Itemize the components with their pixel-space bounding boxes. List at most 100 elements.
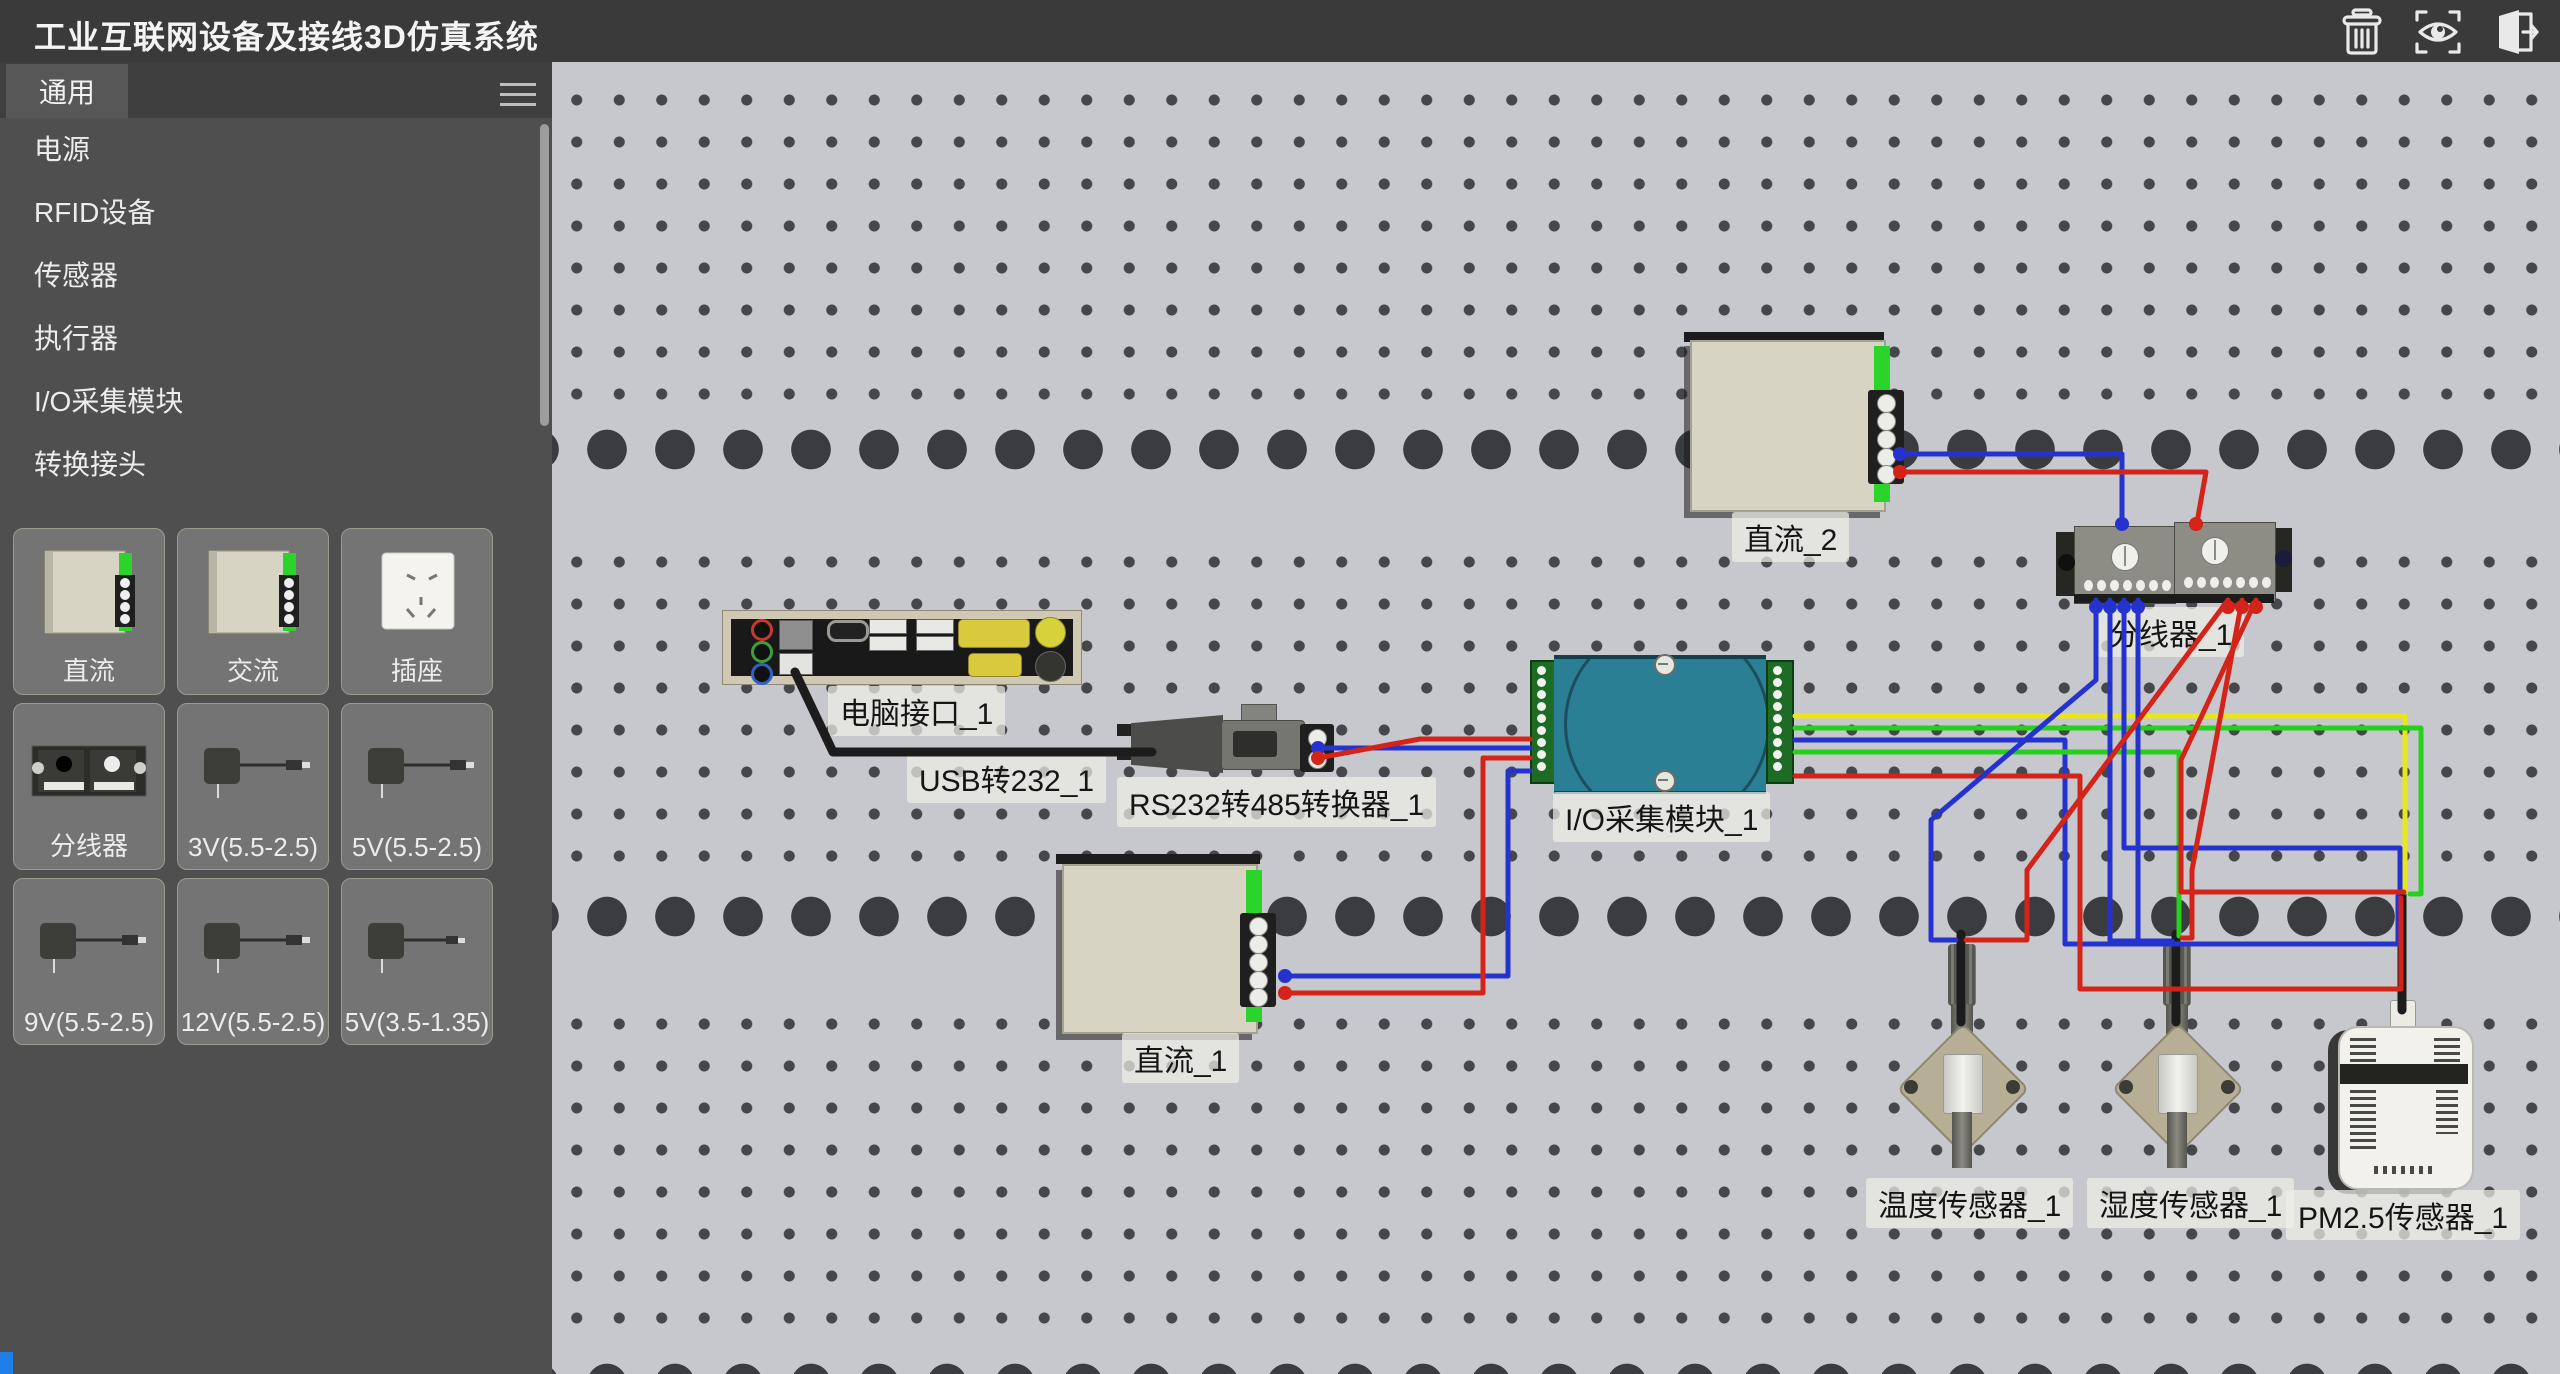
exit-door-icon [2489, 8, 2539, 56]
device-io-module[interactable] [1530, 652, 1792, 790]
tab-general[interactable]: 通用 [6, 64, 128, 118]
palette-tile-5v-small[interactable]: 5V(3.5-1.35) [341, 878, 493, 1045]
device-splitter[interactable] [2056, 520, 2292, 604]
eye-view-icon [2413, 8, 2463, 56]
probe-collar [2158, 1054, 2198, 1114]
device-rs232-485-converter[interactable] [1117, 698, 1337, 778]
power-adapter-icon [24, 893, 154, 998]
view-button[interactable] [2410, 6, 2466, 58]
pin [1537, 690, 1546, 699]
label-io-module: I/O采集模块_1 [1553, 792, 1770, 842]
pin [2236, 577, 2245, 588]
round-port-dark [1035, 651, 1066, 682]
label-pm25-sensor: PM2.5传感器_1 [2286, 1190, 2520, 1240]
probe-collar [1943, 1054, 1983, 1114]
screw-terminal [1249, 935, 1268, 954]
tile-label: 5V(5.5-2.5) [342, 832, 492, 863]
splitter-icon [24, 718, 154, 823]
wire-blue-dc2[interactable] [1900, 454, 2122, 528]
app-window: 工业互联网设备及接线3D仿真系统 [0, 0, 2560, 1374]
power-adapter-icon [188, 893, 318, 998]
wire-blue-io[interactable] [1795, 740, 2398, 944]
cap-hole [2275, 550, 2292, 567]
pin [2097, 580, 2106, 591]
pin [1773, 690, 1782, 699]
palette-tile-ac[interactable]: 交流 [177, 528, 329, 695]
tile-label: 直流 [14, 651, 164, 688]
probe-tip [1952, 1112, 1972, 1168]
pin [1537, 714, 1546, 723]
pm25-band [2340, 1064, 2468, 1084]
db9-slot [1233, 731, 1277, 757]
pin [1537, 762, 1546, 771]
terminal-block [1868, 390, 1904, 484]
slot-port [827, 620, 869, 642]
screw-terminal [1877, 465, 1896, 484]
pin [2110, 580, 2119, 591]
menu-item-actuator[interactable]: 执行器 [0, 307, 540, 370]
usb-port [916, 636, 954, 651]
power-adapter-icon [352, 718, 482, 823]
cable-prong [1117, 724, 1133, 736]
cap-hole [2058, 554, 2075, 571]
screw-terminal [1249, 953, 1268, 972]
pin [2184, 577, 2193, 588]
mount-hole [2006, 1080, 2020, 1094]
menu-item-sensor[interactable]: 传感器 [0, 244, 540, 307]
ac-power-icon [193, 543, 313, 648]
wire-green-humidity[interactable] [1795, 752, 2179, 936]
serial-port-db9 [968, 653, 1022, 677]
workspace-pegboard[interactable]: 电脑接口_1 USB转232_1 RS232转485转换器_1 I/O采集模块_… [552, 62, 2560, 1374]
trash-button[interactable] [2334, 6, 2390, 58]
palette-tile-9v[interactable]: 9V(5.5-2.5) [13, 878, 165, 1045]
tile-label: 9V(5.5-2.5) [14, 1007, 164, 1038]
mount-hole [1904, 1080, 1918, 1094]
usb-port [916, 619, 954, 634]
wire-blue-temp[interactable] [1931, 600, 2096, 940]
sidebar-tabstrip: 通用 [0, 62, 552, 118]
screw-terminal [1877, 412, 1896, 431]
round-port-yellow [1035, 617, 1066, 648]
menu-item-rfid[interactable]: RFID设备 [0, 181, 540, 244]
screw [1654, 654, 1676, 676]
palette-tile-socket[interactable]: 插座 [341, 528, 493, 695]
audio-jack-blue [751, 663, 773, 685]
splitter-screw [2111, 543, 2139, 571]
pin [2210, 577, 2219, 588]
pin [1773, 678, 1782, 687]
terminal-block [1240, 913, 1276, 1007]
menu-item-converter[interactable]: 转换接头 [0, 433, 540, 496]
probe-tip [2167, 1112, 2187, 1168]
mount-hole [2119, 1080, 2133, 1094]
menu-item-power[interactable]: 电源 [0, 118, 540, 181]
pin [1537, 702, 1546, 711]
palette-tile-dc[interactable]: 直流 [13, 528, 165, 695]
psu-edge [1056, 854, 1260, 864]
palette-tile-12v[interactable]: 12V(5.5-2.5) [177, 878, 329, 1045]
wire-red-io[interactable] [1795, 776, 2401, 989]
palette-tile-5v[interactable]: 5V(5.5-2.5) [341, 703, 493, 870]
device-pc-interface[interactable] [722, 610, 1082, 685]
pin [2149, 580, 2158, 591]
menu-item-io-module[interactable]: I/O采集模块 [0, 370, 540, 433]
pin [1773, 762, 1782, 771]
usb-port [869, 636, 907, 651]
category-menu: 电源 RFID设备 传感器 执行器 I/O采集模块 转换接头 [0, 118, 540, 496]
topbar-actions [2334, 6, 2542, 58]
pin [1773, 750, 1782, 759]
label-dc1: 直流_1 [1122, 1033, 1239, 1083]
hamburger-menu-icon[interactable] [500, 76, 536, 104]
screw-terminal [1877, 430, 1896, 449]
sidebar-scrollbar-thumb[interactable] [540, 124, 549, 426]
pin [1537, 726, 1546, 735]
power-adapter-icon [352, 893, 482, 998]
psu-body [1062, 864, 1258, 1034]
audio-jack-green [751, 641, 773, 663]
palette-tile-splitter[interactable]: 分线器 [13, 703, 165, 870]
vent-slats [2436, 1090, 2458, 1134]
db9-hood [1131, 715, 1223, 773]
exit-button[interactable] [2486, 6, 2542, 58]
palette-tile-3v[interactable]: 3V(5.5-2.5) [177, 703, 329, 870]
pin [2223, 577, 2232, 588]
pin [1773, 726, 1782, 735]
